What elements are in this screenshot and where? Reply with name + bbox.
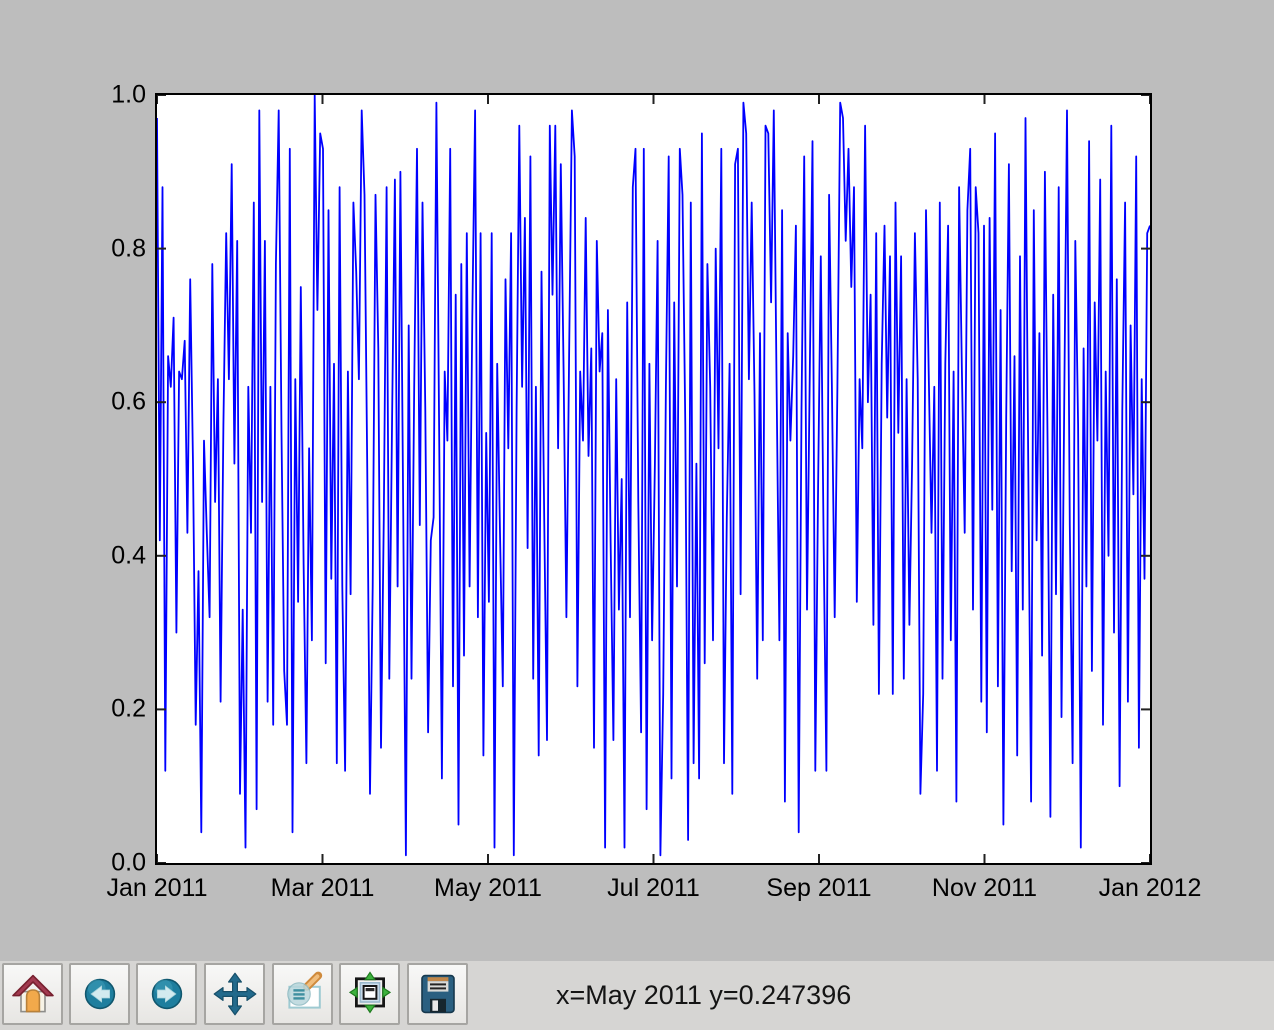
y-tick-label: 0.8	[111, 234, 146, 263]
home-icon	[11, 974, 54, 1013]
cursor-status-text: x=May 2011 y=0.247396	[556, 980, 852, 1010]
x-tick-label: May 2011	[434, 874, 542, 902]
x-tick-label: Jan 2011	[106, 874, 208, 902]
x-tick-label: Nov 2011	[931, 874, 1038, 902]
save-button[interactable]	[407, 963, 468, 1025]
back-icon	[84, 978, 115, 1010]
y-tick-label: 1.0	[111, 80, 146, 109]
y-tick-label: 0.6	[111, 387, 146, 416]
x-tick-label: Jul 2011	[607, 874, 700, 902]
pan-button[interactable]	[204, 963, 265, 1025]
zoom-to-rect-button[interactable]	[272, 963, 333, 1025]
back-button[interactable]	[69, 963, 130, 1025]
navigation-toolbar: x=May 2011 y=0.247396	[0, 961, 1274, 1030]
plot-canvas[interactable]	[155, 93, 1152, 865]
y-tick-label: 0.2	[111, 694, 146, 723]
data-line	[157, 95, 1150, 857]
configure-subplots-button[interactable]	[339, 963, 400, 1025]
zoom-rect-icon	[286, 971, 322, 1009]
home-button[interactable]	[2, 963, 63, 1025]
y-tick-label: 0.0	[111, 848, 146, 877]
forward-icon	[151, 978, 182, 1010]
subplots-icon	[348, 971, 391, 1014]
pan-arrows-icon	[213, 972, 256, 1016]
x-tick-label: Jan 2012	[1098, 874, 1202, 902]
forward-button[interactable]	[136, 963, 197, 1025]
x-tick-label: Sep 2011	[766, 874, 872, 902]
save-floppy-icon	[420, 974, 455, 1014]
y-tick-label: 0.4	[111, 541, 146, 570]
x-tick-label: Mar 2011	[270, 874, 375, 902]
figure-window: 1.0 0.8 0.6 0.4 0.2 0.0 Jan 2011 Mar 2011 May 2…	[0, 0, 1274, 1030]
